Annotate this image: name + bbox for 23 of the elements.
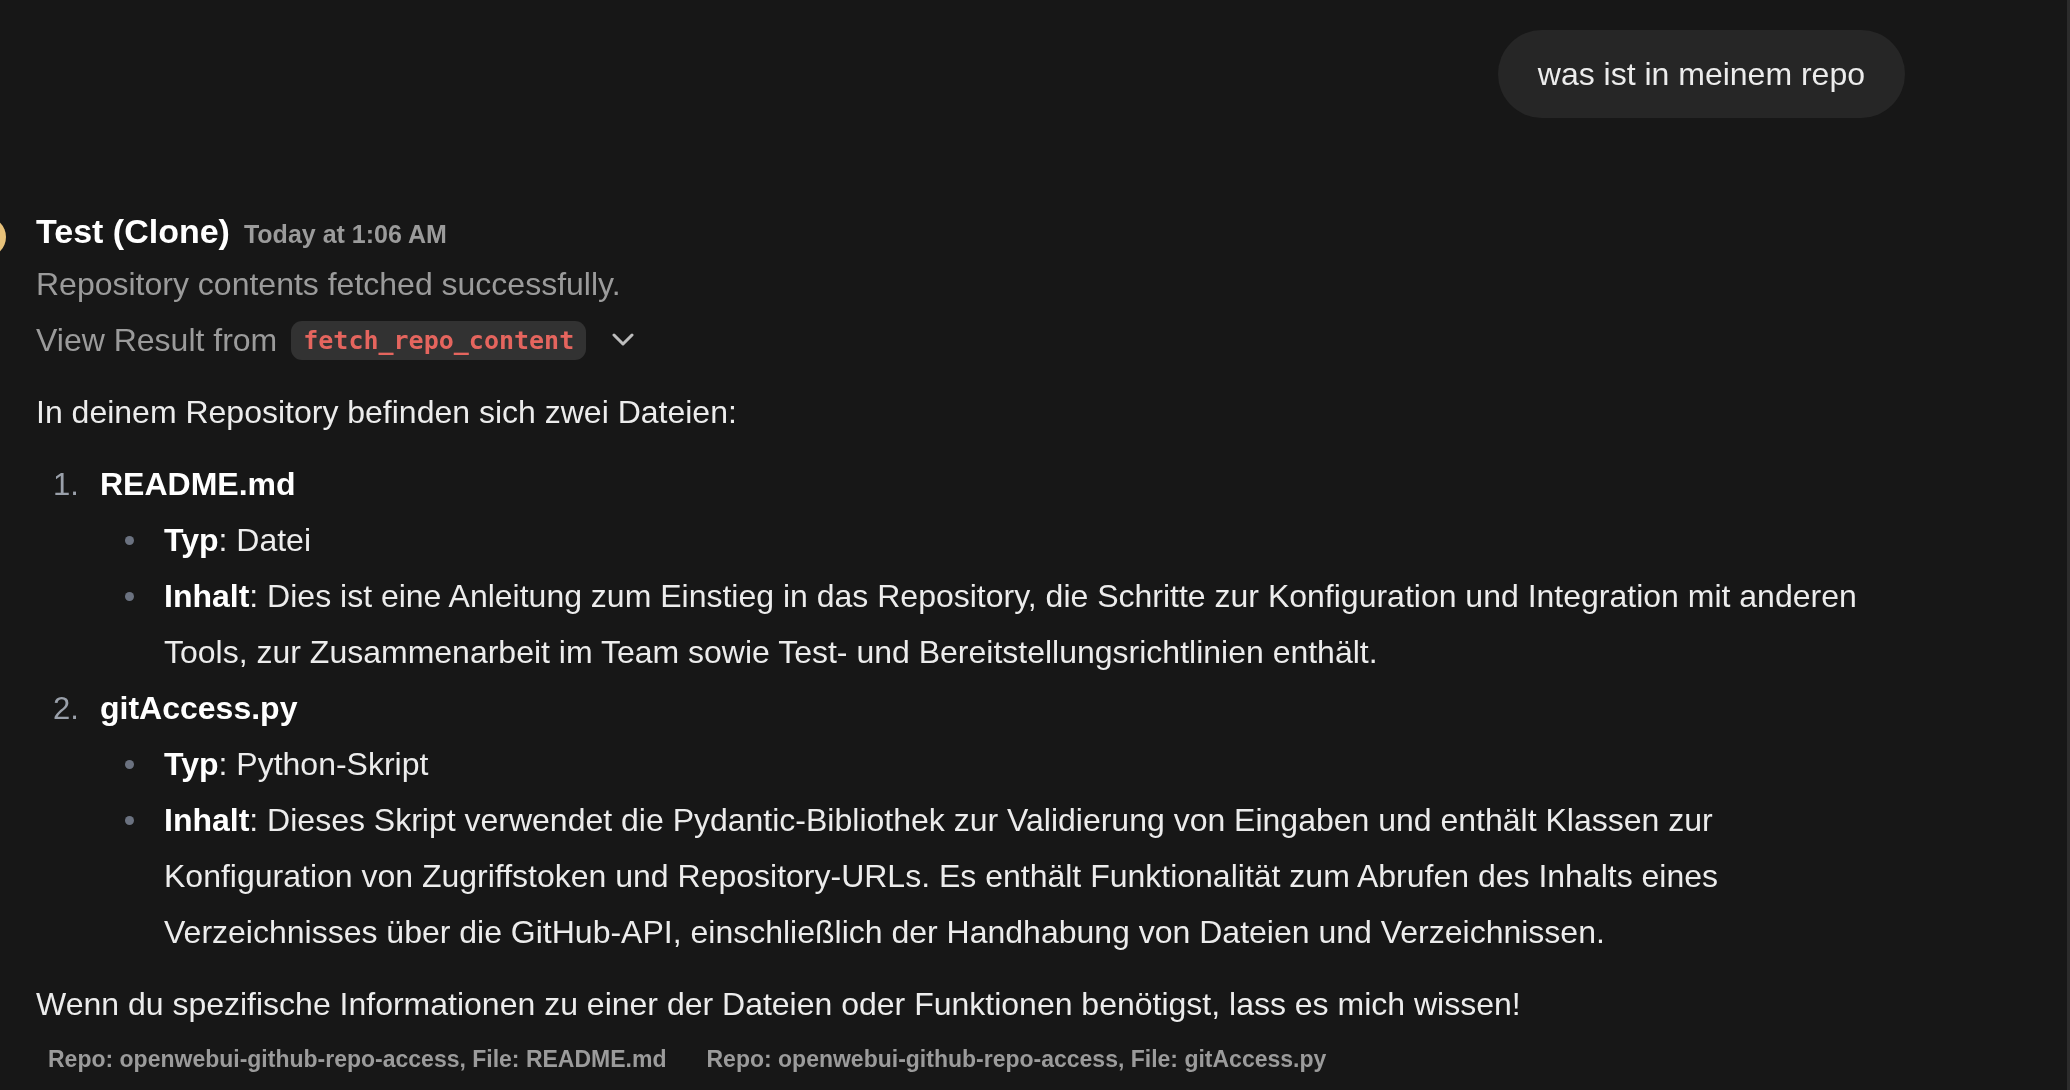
source-citation[interactable]: Repo: openwebui-github-repo-access, File: gitAccess.py [698, 1039, 1335, 1079]
chevron-icon[interactable] [612, 333, 635, 347]
detail-text: Inhalt: Dies ist eine Anleitung zum Einstieg in das Repository, die Schritte zur Konfiguration und Integration mit anderen Tools, zur Zusammenarbeit im Team sowie Test- und Bereitstellungsrichtlinien enthält. [164, 577, 1858, 672]
list-number: 2. [52, 690, 80, 728]
file-name: README.md [100, 465, 296, 504]
detail-text: Inhalt: Dieses Skript verwendet die Pydantic-Bibliothek zur Validierung von Eingaben und enthält Klassen zur Konfiguration von Zugriffstoken und Repository-URLs. Es enthält Funktionalität zum Abrufen des Inhalts eines Verzeichnisses über die GitHub-API, einschließlich der Handhabung von Dateien und Verzeichnissen. [164, 801, 1720, 952]
bullet-icon [125, 760, 134, 769]
bullet-icon [125, 536, 134, 545]
view-result-label: View Result from [36, 321, 278, 359]
bullet-icon [125, 816, 134, 825]
detail-text: Typ: Datei [164, 521, 311, 560]
closing-text: Wenn du spezifische Informationen zu einer der Dateien oder Funktionen benötigst, lass es mich wissen! [36, 985, 1522, 1024]
source-citation[interactable]: Repo: openwebui-github-repo-access, File: README.md [40, 1039, 675, 1079]
bullet-icon [125, 592, 134, 601]
status-text: Repository contents fetched successfully. [36, 265, 622, 304]
intro-text: In deinem Repository befinden sich zwei Dateien: [36, 393, 738, 432]
message-timestamp: Today at 1:06 AM [243, 219, 447, 250]
list-number: 1. [52, 466, 80, 504]
assistant-name: Test (Clone) [36, 211, 230, 252]
tool-name: fetch_repo_content [291, 320, 587, 360]
file-name: gitAccess.py [100, 689, 298, 728]
detail-text: Typ: Python-Skript [164, 745, 429, 784]
user-message: was ist in meinem repo [1497, 30, 1905, 118]
